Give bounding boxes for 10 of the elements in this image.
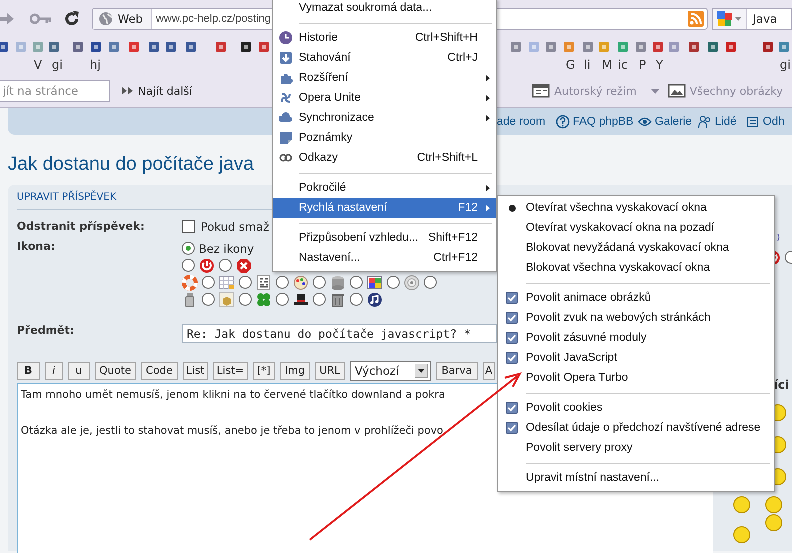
message-line: Tam mnoho umět nemusíš, jenom klikni na to červené tlačítko downland a pokra — [21, 388, 446, 403]
page-title: Jak dostanu do počítače java — [8, 154, 254, 177]
url-text: www.pc-help.cz/posting — [156, 13, 272, 25]
smilies-heading: íci — [774, 378, 790, 394]
radio-label: Bez ikony — [199, 242, 254, 256]
message-line: Otázka ale je, jestli to stahovat musíš, anebo je třeba to jenom v prohlížeči povo — [21, 424, 444, 439]
field-label: Ikona: — [17, 240, 56, 253]
checkbox-label: Pokud smaž — [201, 220, 270, 234]
field-label: Předmět: — [17, 324, 76, 337]
field-label: Odstranit příspěvek: — [17, 220, 146, 233]
